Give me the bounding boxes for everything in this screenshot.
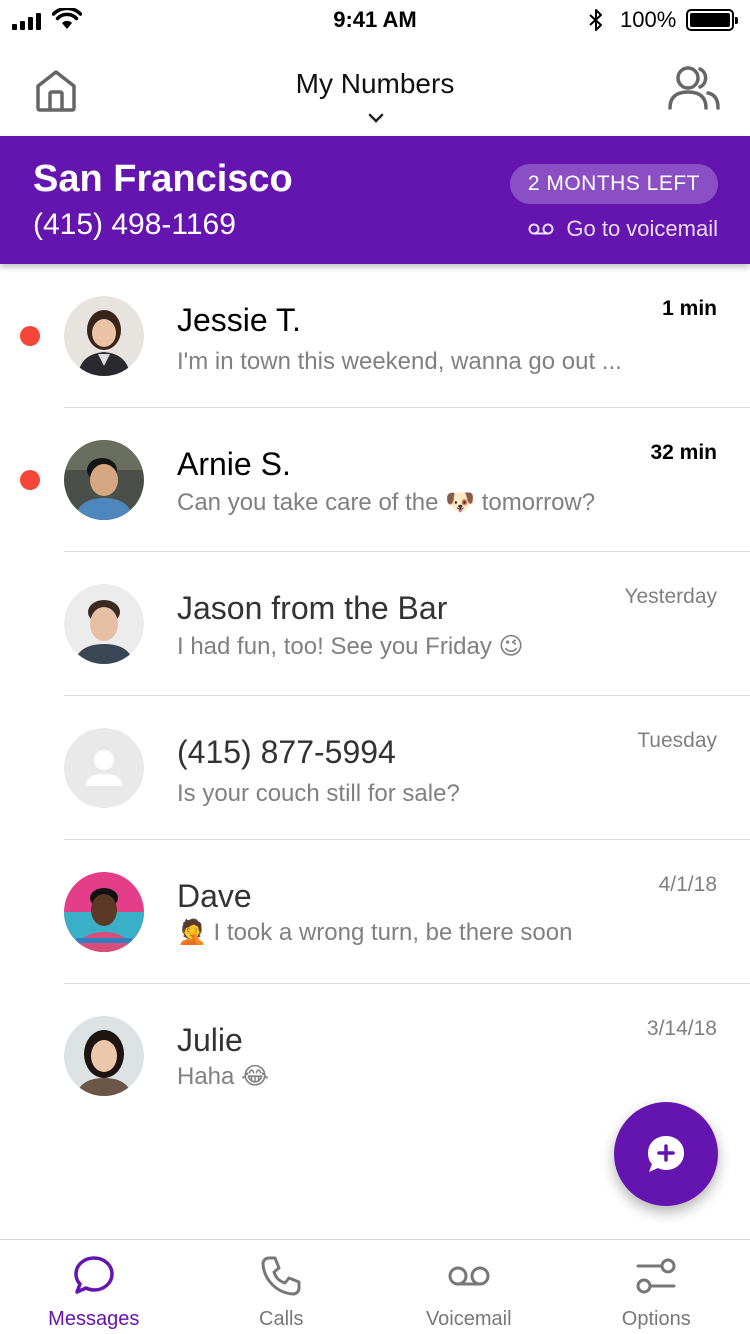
conversation-row[interactable]: Jason from the Bar I had fun, too! See y… [0,552,750,696]
laughing-emoji-icon: 😂 [241,1062,270,1090]
message-time: 3/14/18 [646,1017,717,1040]
dog-emoji-icon: 🐶 [445,488,476,516]
message-time: 4/1/18 [658,873,717,896]
facepalm-emoji-icon: 🤦 [177,918,207,946]
number-phone: (415) 498-1169 [33,208,236,241]
avatar [64,296,144,376]
tab-messages[interactable]: Messages [0,1240,188,1334]
message-time: Tuesday [637,729,717,752]
go-to-voicemail-link[interactable]: Go to voicemail [528,216,718,242]
battery-icon [686,9,738,31]
conversation-row[interactable]: Dave 🤦 I took a wrong turn, be there soo… [0,840,750,984]
sliders-icon [636,1258,676,1294]
conversation-row[interactable]: Julie Haha 😂 3/14/18 [0,984,750,1128]
contact-name: Jessie T. [177,302,301,338]
avatar [64,440,144,520]
new-message-button[interactable] [614,1102,718,1206]
message-time: 1 min [662,297,717,320]
message-preview: Is your couch still for sale? [177,780,460,807]
number-city: San Francisco [33,158,293,200]
voicemail-link-label: Go to voicemail [566,216,718,241]
avatar-placeholder-icon [64,728,144,808]
contact-name: Arnie S. [177,446,291,482]
message-time: 32 min [650,441,717,464]
avatar [64,584,144,664]
message-preview: I had fun, too! See you Friday 😉 [177,632,524,660]
conversation-row[interactable]: Arnie S. Can you take care of the 🐶 tomo… [0,408,750,552]
message-time: Yesterday [624,585,717,608]
bluetooth-icon [589,9,602,31]
avatar [64,1016,144,1096]
tab-label: Messages [48,1308,140,1330]
tab-options[interactable]: Options [563,1240,750,1334]
tab-label: Options [621,1308,691,1330]
voicemail-icon [448,1266,490,1286]
tab-label: Voicemail [425,1308,512,1330]
unread-dot [20,470,40,490]
tab-bar: Messages Calls Voicemail Options [0,1239,750,1334]
page-title[interactable]: My Numbers [0,68,750,100]
phone-icon [261,1256,301,1296]
avatar [64,872,144,952]
contacts-icon[interactable] [664,62,724,114]
months-left-badge[interactable]: 2 MONTHS LEFT [509,164,718,204]
nav-header: My Numbers [0,40,750,136]
contact-name: Dave [177,878,252,914]
message-preview: Can you take care of the 🐶 tomorrow? [177,488,596,516]
message-preview: 🤦 I took a wrong turn, be there soon [177,918,573,946]
voicemail-icon [528,223,554,235]
chat-bubble-icon [74,1256,114,1294]
tab-label: Calls [259,1308,304,1330]
status-bar: 9:41 AM 100% [0,0,750,40]
contact-name: Julie [177,1022,243,1058]
number-banner: San Francisco (415) 498-1169 2 MONTHS LE… [0,136,750,264]
tab-calls[interactable]: Calls [188,1240,376,1334]
contact-name: (415) 877-5994 [177,734,396,770]
tab-voicemail[interactable]: Voicemail [375,1240,563,1334]
battery-percent: 100% [620,7,677,32]
message-preview: I'm in town this weekend, wanna go out .… [177,348,622,375]
conversation-row[interactable]: Jessie T. I'm in town this weekend, wann… [0,264,750,408]
unread-dot [20,326,40,346]
conversation-row[interactable]: (415) 877-5994 Is your couch still for s… [0,696,750,840]
new-message-icon [648,1136,684,1172]
wink-emoji-icon: 😉 [498,632,524,660]
contact-name: Jason from the Bar [177,590,448,626]
message-preview: Haha 😂 [177,1062,270,1090]
conversation-list: Jessie T. I'm in town this weekend, wann… [0,264,750,1128]
chevron-down-icon[interactable] [367,112,385,124]
